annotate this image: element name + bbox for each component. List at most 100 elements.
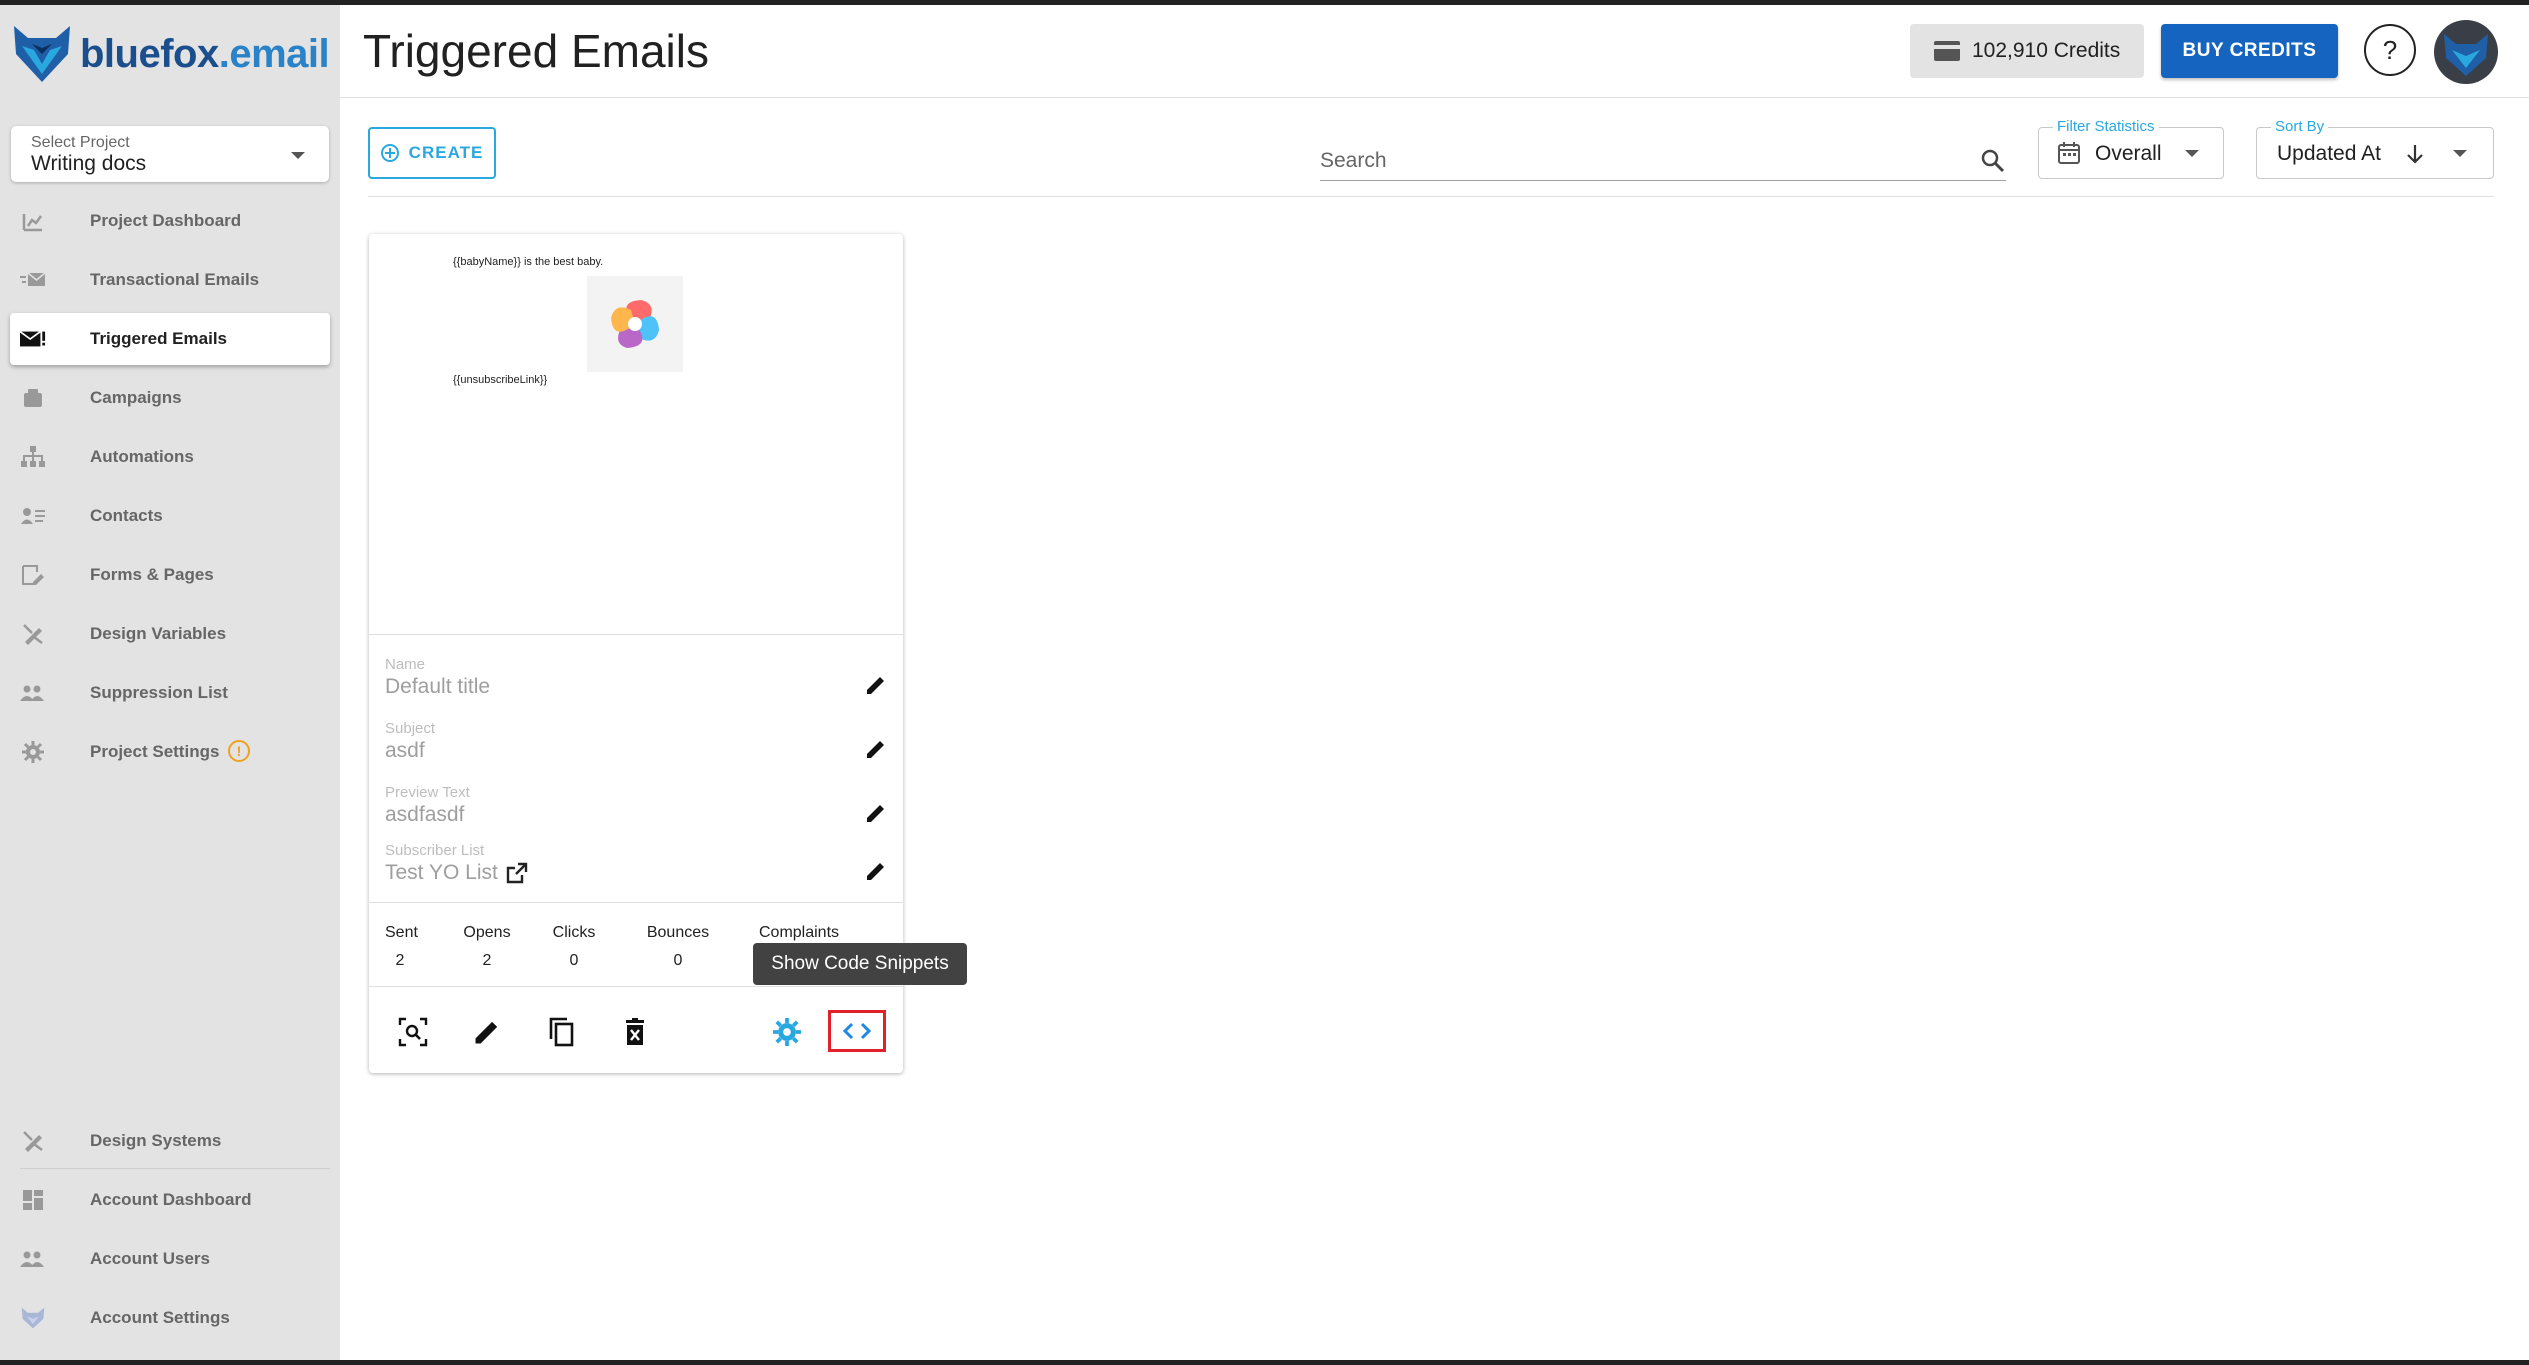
sidebar-item-label: Account Users [90, 1249, 210, 1268]
avatar[interactable] [2434, 20, 2498, 84]
credits-count: 102,910 Credits [1972, 39, 2121, 62]
fox-logo-icon [14, 26, 70, 82]
search-icon[interactable] [1980, 148, 2006, 174]
create-button[interactable]: CREATE [368, 127, 496, 179]
design-tools-icon [20, 1128, 46, 1154]
sidebar-item-label: Triggered Emails [90, 329, 227, 348]
sidebar-item-label: Transactional Emails [90, 270, 260, 289]
field-label: Subscriber List [385, 842, 485, 859]
sidebar-item-label: Design Variables [90, 624, 227, 643]
stat-label: Complaints [758, 924, 840, 941]
gear-icon [20, 739, 46, 765]
preview-image [587, 276, 683, 372]
calendar-icon [2058, 142, 2080, 164]
add-circle-icon [380, 144, 399, 162]
field-subscriber-list: Subscriber List Test YO List [385, 842, 885, 885]
warning-badge-icon: ! [228, 740, 250, 762]
open-in-new-icon[interactable] [506, 862, 528, 884]
chevron-down-icon [291, 152, 305, 159]
buy-credits-button[interactable]: BUY CREDITS [2161, 24, 2338, 78]
stat-bounces: Bounces 0 [643, 924, 713, 970]
fox-icon [20, 1305, 46, 1331]
stat-clicks: Clicks 0 [549, 924, 599, 970]
pencil-icon[interactable] [865, 738, 887, 760]
sidebar-item-campaigns[interactable]: Campaigns [10, 372, 330, 424]
field-label: Subject [385, 720, 436, 737]
code-snippets-tooltip: Show Code Snippets [753, 943, 967, 985]
fox-avatar-icon [2444, 34, 2488, 76]
project-select[interactable]: Select Project Writing docs [11, 126, 329, 182]
contacts-icon [20, 503, 46, 529]
sidebar-item-project-settings[interactable]: Project Settings ! [10, 726, 330, 778]
delete-icon [626, 1018, 644, 1045]
bottom-border [0, 1360, 2529, 1365]
stat-value: 2 [482, 952, 492, 969]
field-label: Name [385, 656, 426, 673]
sidebar-item-design-variables[interactable]: Design Variables [10, 608, 330, 660]
form-edit-icon [20, 562, 46, 588]
design-tools-icon [20, 621, 46, 647]
mail-alert-icon [20, 326, 46, 352]
field-value: asdf [385, 739, 425, 762]
sidebar-item-account-settings[interactable]: Account Settings [10, 1292, 330, 1344]
copy-icon [549, 1017, 574, 1047]
sidebar-item-forms-pages[interactable]: Forms & Pages [10, 549, 330, 601]
sort-by-select[interactable]: Sort By Updated At [2256, 118, 2494, 179]
filter-statistics-value: Overall [2095, 142, 2162, 165]
sidebar-item-label: Suppression List [90, 683, 228, 702]
pencil-icon[interactable] [865, 674, 887, 696]
search-field [1320, 146, 2006, 181]
sidebar-divider [20, 1168, 330, 1169]
stat-sent: Sent 2 [385, 924, 418, 970]
chart-icon [20, 208, 46, 234]
subscriber-list-link[interactable]: Test YO List [385, 861, 498, 885]
sidebar-item-suppression-list[interactable]: Suppression List [10, 667, 330, 719]
sidebar-item-transactional-emails[interactable]: Transactional Emails [10, 254, 330, 306]
edit-button[interactable] [467, 1012, 507, 1052]
email-preview[interactable]: {{babyName}} is the best baby. {{unsubsc… [369, 234, 903, 635]
sidebar-item-label: Contacts [90, 506, 163, 525]
sidebar-item-label: Automations [90, 447, 194, 466]
stat-value: 2 [395, 952, 405, 969]
field-subject: Subject asdf [385, 720, 885, 763]
sort-by-label: Sort By [2271, 118, 2329, 135]
project-select-label: Select Project [31, 134, 130, 151]
delete-button[interactable] [615, 1012, 655, 1052]
help-button[interactable]: ? [2364, 24, 2416, 76]
sidebar-item-contacts[interactable]: Contacts [10, 490, 330, 542]
sidebar-item-triggered-emails[interactable]: Triggered Emails [10, 313, 330, 365]
stat-label: Opens [463, 924, 511, 941]
fast-mail-icon [20, 267, 46, 293]
swirl-logo-icon [611, 300, 659, 348]
sidebar-item-account-users[interactable]: Account Users [10, 1233, 330, 1285]
stat-label: Sent [385, 924, 418, 941]
duplicate-button[interactable] [541, 1012, 581, 1052]
preview-button[interactable] [393, 1012, 433, 1052]
search-input[interactable] [1320, 146, 1920, 176]
sidebar-item-account-dashboard[interactable]: Account Dashboard [10, 1174, 330, 1226]
campaign-icon [20, 385, 46, 411]
sidebar-item-label: Project Settings [90, 742, 220, 761]
dashboard-icon [20, 1187, 46, 1213]
preview-text-line: {{babyName}} is the best baby. [453, 256, 604, 268]
chevron-down-icon [2453, 150, 2467, 157]
stat-value: 0 [569, 952, 579, 969]
card-divider [369, 902, 903, 903]
show-code-snippets-button[interactable] [828, 1010, 886, 1052]
create-button-label: CREATE [408, 143, 484, 162]
sidebar-item-label: Account Dashboard [90, 1190, 252, 1209]
filter-statistics-select[interactable]: Filter Statistics Overall [2038, 118, 2224, 179]
people-icon [20, 1246, 46, 1272]
settings-button[interactable] [767, 1012, 807, 1052]
brand-logo[interactable]: bluefox.email [10, 19, 330, 89]
sidebar-item-project-dashboard[interactable]: Project Dashboard [10, 195, 330, 247]
pencil-icon[interactable] [865, 860, 887, 882]
sidebar-item-automations[interactable]: Automations [10, 431, 330, 483]
toolbar-divider [368, 196, 2494, 197]
arrow-down-icon[interactable] [2405, 143, 2425, 165]
code-icon [842, 1022, 872, 1040]
project-select-value: Writing docs [31, 152, 147, 175]
pencil-icon[interactable] [865, 802, 887, 824]
sidebar-item-design-systems[interactable]: Design Systems [10, 1115, 330, 1167]
stat-label: Clicks [552, 924, 596, 941]
